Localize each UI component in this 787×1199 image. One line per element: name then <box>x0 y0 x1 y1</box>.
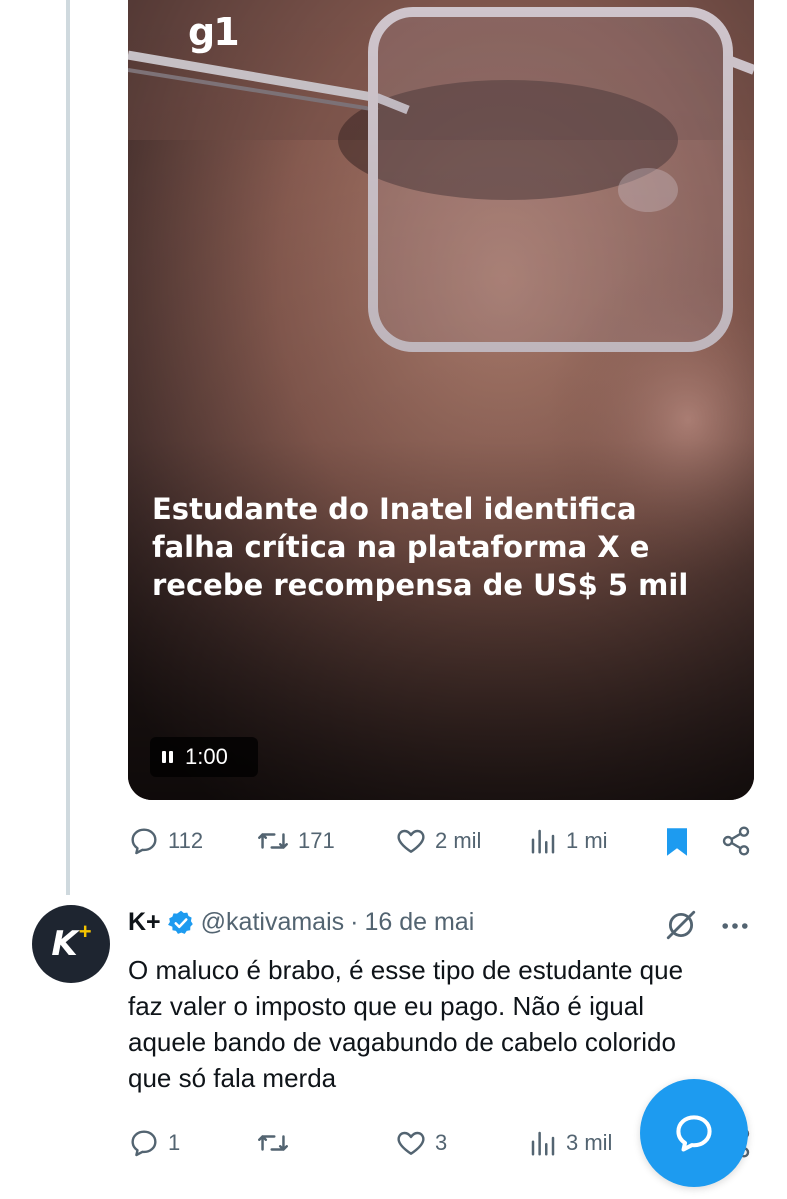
reply-header: K+ @kativamais · 16 de mai <box>128 908 474 937</box>
heart-icon <box>397 1131 425 1155</box>
repost-icon <box>258 833 288 849</box>
like-count: 2 mil <box>435 828 482 853</box>
chat-bubble-icon <box>676 1115 712 1152</box>
views-button[interactable]: 1 mi <box>528 825 608 857</box>
views-chart-icon <box>531 829 555 854</box>
repost-count: 171 <box>298 828 335 853</box>
thread-connector-line <box>66 0 70 895</box>
avatar-letter: K <box>51 924 78 964</box>
like-button[interactable]: 3 <box>395 1127 447 1159</box>
repost-icon <box>258 1135 288 1151</box>
avatar[interactable]: K + <box>32 905 110 983</box>
reply-count: 112 <box>168 828 204 853</box>
reply-count: 1 <box>168 1130 181 1155</box>
user-handle[interactable]: @kativamais <box>201 908 344 937</box>
repost-button[interactable]: 171 <box>256 825 335 857</box>
more-options-icon[interactable] <box>718 912 752 940</box>
views-count: 1 mi <box>566 828 608 853</box>
reply-text-line: faz valer o imposto que eu pago. Não é i… <box>128 991 645 1021</box>
video-thumbnail <box>128 0 754 800</box>
like-button[interactable]: 2 mil <box>395 825 481 857</box>
grok-icon[interactable] <box>664 908 698 942</box>
bookmark-filled-icon <box>667 828 687 856</box>
headline-line: Estudante do Inatel identifica <box>152 492 637 526</box>
g1-logo: g1 <box>188 10 240 54</box>
verified-badge-icon <box>167 910 193 934</box>
reply-icon <box>131 1130 157 1157</box>
bookmark-button[interactable] <box>662 825 692 859</box>
views-count: 3 mil <box>566 1130 613 1155</box>
video-playback-badge[interactable]: 1:00 <box>150 737 258 777</box>
reply-icon <box>131 828 157 855</box>
share-button[interactable] <box>720 825 752 857</box>
video-media-card[interactable] <box>128 0 754 800</box>
reply-button[interactable]: 112 <box>128 825 203 857</box>
compose-reply-fab[interactable] <box>640 1079 748 1187</box>
reply-text-line: aquele bando de vagabundo de cabelo colo… <box>128 1027 676 1057</box>
display-name[interactable]: K+ <box>128 908 161 937</box>
repost-button[interactable] <box>256 1127 298 1159</box>
like-count: 3 <box>435 1130 448 1155</box>
reply-text: O maluco é brabo, é esse tipo de estudan… <box>128 952 758 1096</box>
post-action-bar: 112 171 2 mil 1 mi <box>128 825 758 865</box>
video-headline: Estudante do Inatel identifica falha crí… <box>152 490 732 604</box>
video-time: 1:00 <box>185 744 228 769</box>
post-date[interactable]: 16 de mai <box>364 908 474 937</box>
views-button[interactable]: 3 mil <box>528 1127 612 1159</box>
headline-line: falha crítica na plataforma X e <box>152 530 650 564</box>
separator: · <box>350 908 359 936</box>
heart-icon <box>397 829 425 853</box>
views-chart-icon <box>531 1131 555 1156</box>
share-icon <box>722 826 750 856</box>
avatar-plus: + <box>78 919 92 944</box>
headline-line: recebe recompensa de US$ 5 mil <box>152 568 689 602</box>
reply-button[interactable]: 1 <box>128 1127 180 1159</box>
pause-icon[interactable] <box>162 751 173 763</box>
reply-text-line: O maluco é brabo, é esse tipo de estudan… <box>128 955 684 985</box>
